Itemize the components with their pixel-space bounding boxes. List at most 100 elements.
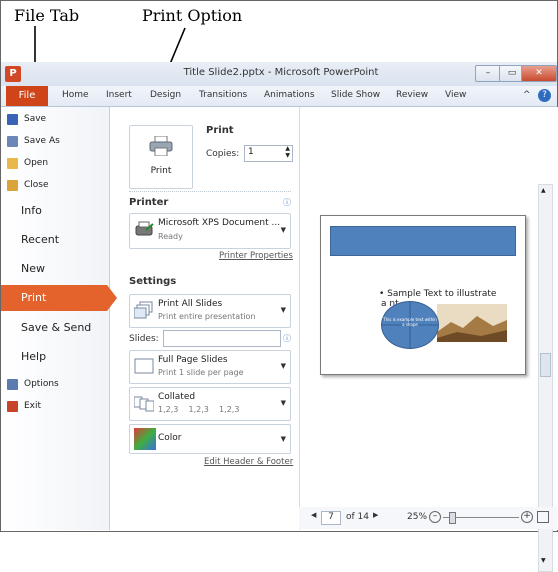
preview-status-bar: ◀ 7 of 14 ▶ 25% – + bbox=[299, 507, 557, 529]
page-count: of 14 bbox=[346, 512, 369, 522]
collated-icon bbox=[134, 396, 154, 412]
next-page-icon[interactable]: ▶ bbox=[373, 511, 378, 519]
backstage-nav: Save Save As Open Close Info Recent New … bbox=[1, 107, 117, 530]
settings-heading: Settings bbox=[129, 276, 177, 287]
landscape-picture bbox=[437, 304, 507, 342]
layout-sub: Print 1 slide per page bbox=[158, 368, 244, 377]
nav-new[interactable]: New bbox=[1, 256, 109, 282]
tab-home[interactable]: Home bbox=[62, 90, 89, 100]
tab-insert[interactable]: Insert bbox=[106, 90, 132, 100]
full-page-icon bbox=[134, 358, 154, 374]
help-icon[interactable]: ? bbox=[538, 89, 551, 102]
scroll-up-icon[interactable]: ▲ bbox=[541, 187, 546, 194]
printer-icon bbox=[149, 136, 173, 156]
printer-heading: Printer bbox=[129, 197, 169, 208]
nav-save[interactable]: Save bbox=[7, 111, 46, 127]
tab-animations[interactable]: Animations bbox=[264, 90, 315, 100]
tab-view[interactable]: View bbox=[445, 90, 466, 100]
slides-info-icon[interactable]: ⓘ bbox=[283, 333, 291, 344]
zoom-in-icon[interactable]: + bbox=[521, 511, 533, 523]
options-icon bbox=[7, 378, 18, 390]
printer-status: Ready bbox=[158, 232, 183, 241]
printer-device-icon bbox=[135, 221, 154, 236]
color-main: Color bbox=[158, 433, 182, 443]
ribbon-tabs: File Home Insert Design Transitions Anim… bbox=[1, 86, 557, 107]
color-dropdown[interactable]: Color ▼ bbox=[129, 424, 291, 454]
chevron-down-icon: ▼ bbox=[280, 435, 286, 443]
color-swatch-icon bbox=[134, 428, 156, 450]
close-button[interactable]: ✕ bbox=[521, 65, 557, 82]
nav-exit-label: Exit bbox=[24, 401, 42, 411]
slides-input[interactable] bbox=[163, 330, 281, 347]
layout-dropdown[interactable]: Full Page Slides Print 1 slide per page … bbox=[129, 350, 291, 384]
chevron-down-icon: ▼ bbox=[280, 362, 286, 370]
tab-design[interactable]: Design bbox=[150, 90, 181, 100]
printer-info-icon[interactable]: ⓘ bbox=[283, 197, 291, 208]
page-number-input[interactable]: 7 bbox=[321, 511, 341, 525]
print-range-main: Print All Slides bbox=[158, 299, 223, 309]
save-icon bbox=[7, 113, 18, 125]
nav-info[interactable]: Info bbox=[1, 198, 109, 224]
nav-save-label: Save bbox=[24, 114, 47, 124]
slide-oval-shape: This is example text within a shape bbox=[381, 301, 439, 349]
print-settings-panel: Print Print Copies: 1 ▲ ▼ Printer ⓘ Micr… bbox=[121, 107, 299, 530]
fit-to-window-icon[interactable] bbox=[537, 511, 549, 523]
spinner-up-icon[interactable]: ▲ bbox=[285, 145, 290, 152]
tab-review[interactable]: Review bbox=[396, 90, 428, 100]
powerpoint-window: P Title Slide2.pptx - Microsoft PowerPoi… bbox=[1, 62, 558, 572]
scroll-thumb[interactable] bbox=[540, 353, 551, 377]
nav-open[interactable]: Open bbox=[7, 155, 48, 171]
printer-dropdown[interactable]: Microsoft XPS Document ... Ready ▼ bbox=[129, 213, 291, 249]
zoom-slider-thumb[interactable] bbox=[449, 512, 456, 524]
nav-save-as[interactable]: Save As bbox=[7, 133, 60, 149]
close-folder-icon bbox=[7, 179, 18, 191]
spinner-down-icon[interactable]: ▼ bbox=[285, 152, 290, 159]
print-preview-pane: • Sample Text to illustrate a nt This is… bbox=[299, 107, 558, 530]
tab-transitions[interactable]: Transitions bbox=[199, 90, 247, 100]
previous-page-icon[interactable]: ◀ bbox=[311, 511, 316, 519]
copies-spinner[interactable]: 1 ▲ ▼ bbox=[244, 145, 293, 162]
printer-name: Microsoft XPS Document ... bbox=[158, 218, 281, 228]
layout-main: Full Page Slides bbox=[158, 355, 228, 365]
nav-close-label: Close bbox=[24, 180, 49, 190]
nav-options-label: Options bbox=[24, 379, 59, 389]
slide-bullet-text: • Sample Text to illustrate bbox=[379, 289, 497, 299]
print-range-sub: Print entire presentation bbox=[158, 312, 256, 321]
print-range-dropdown[interactable]: Print All Slides Print entire presentati… bbox=[129, 294, 291, 328]
slides-stack-icon bbox=[134, 301, 153, 319]
copies-value: 1 bbox=[248, 147, 254, 157]
nav-save-send[interactable]: Save & Send bbox=[1, 315, 109, 341]
nav-recent[interactable]: Recent bbox=[1, 227, 109, 253]
nav-close[interactable]: Close bbox=[7, 177, 49, 193]
nav-save-as-label: Save As bbox=[24, 136, 60, 146]
nav-help[interactable]: Help bbox=[1, 344, 109, 370]
slide-preview: • Sample Text to illustrate a nt This is… bbox=[320, 215, 526, 375]
oval-text: This is example text within a shape bbox=[383, 317, 437, 327]
print-button[interactable]: Print bbox=[129, 125, 193, 189]
copies-label: Copies: bbox=[206, 149, 240, 159]
nav-options[interactable]: Options bbox=[7, 376, 59, 392]
nav-exit[interactable]: Exit bbox=[7, 398, 41, 414]
minimize-ribbon-icon[interactable]: ^ bbox=[523, 90, 531, 100]
chevron-down-icon: ▼ bbox=[280, 399, 286, 407]
exit-icon bbox=[7, 400, 18, 412]
printer-properties-link[interactable]: Printer Properties bbox=[219, 251, 293, 261]
print-button-label: Print bbox=[150, 166, 172, 176]
open-folder-icon bbox=[7, 157, 18, 169]
window-title: Title Slide2.pptx - Microsoft PowerPoint bbox=[183, 67, 379, 78]
file-tab[interactable]: File bbox=[6, 86, 48, 106]
save-as-icon bbox=[7, 135, 18, 147]
slide-title-shape bbox=[330, 226, 516, 256]
nav-print[interactable]: Print bbox=[1, 285, 117, 311]
collation-dropdown[interactable]: Collated 1,2,3 1,2,3 1,2,3 ▼ bbox=[129, 387, 291, 421]
chevron-down-icon: ▼ bbox=[280, 306, 286, 314]
tab-slide-show[interactable]: Slide Show bbox=[331, 90, 380, 100]
minimize-button[interactable]: – bbox=[475, 65, 501, 82]
collation-sub: 1,2,3 1,2,3 1,2,3 bbox=[158, 405, 240, 414]
chevron-down-icon: ▼ bbox=[280, 226, 286, 234]
scroll-down-icon[interactable]: ▼ bbox=[541, 557, 546, 564]
separator bbox=[129, 191, 291, 192]
zoom-out-icon[interactable]: – bbox=[429, 511, 441, 523]
title-bar: P Title Slide2.pptx - Microsoft PowerPoi… bbox=[1, 62, 557, 86]
edit-header-footer-link[interactable]: Edit Header & Footer bbox=[204, 457, 293, 467]
